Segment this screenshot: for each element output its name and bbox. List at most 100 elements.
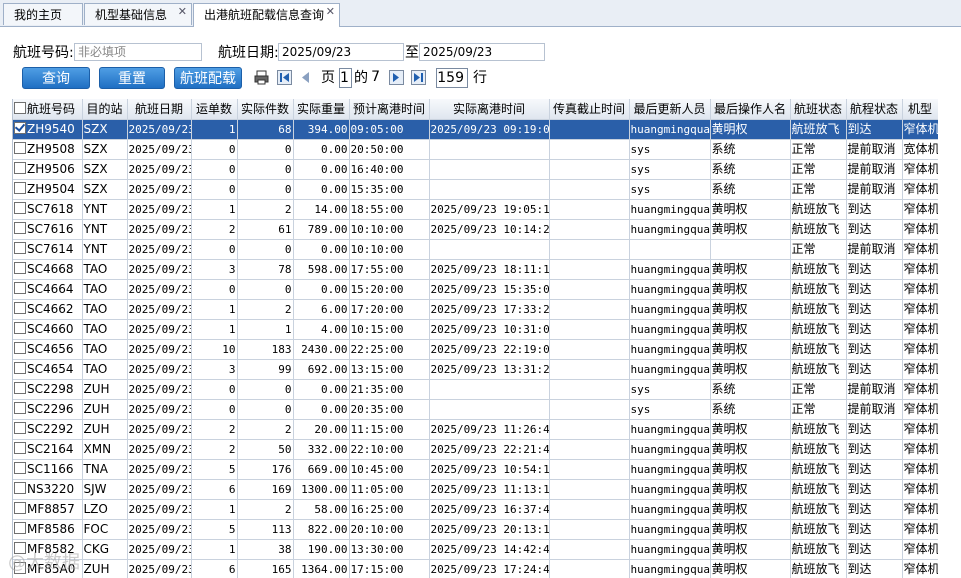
close-icon[interactable]: ✕ [178, 1, 187, 23]
prev-page-icon[interactable] [298, 70, 313, 85]
row-checkbox[interactable] [14, 382, 26, 394]
header-flight-no[interactable]: 航班号码 [13, 99, 83, 120]
cell-atd [429, 139, 550, 160]
cell-etd: 17:20:00 [349, 299, 430, 320]
cell-waybills: 5 [191, 459, 238, 480]
table-row[interactable]: SC7616 YNT 2025/09/23 2 61 789.00 10:10:00 2025… [13, 219, 938, 240]
row-checkbox[interactable] [14, 522, 26, 534]
row-checkbox[interactable] [14, 342, 26, 354]
row-checkbox[interactable] [14, 262, 26, 274]
table-row[interactable]: SC2292 ZUH 2025/09/23 2 2 20.00 11:15:00 2025/0… [13, 419, 938, 440]
table-row[interactable]: NS3220 SJW 2025/09/23 6 169 1300.00 11:05:00 20… [13, 479, 938, 500]
cell-etd: 17:55:00 [349, 259, 430, 280]
header-aircraft-type[interactable]: 机型 [902, 99, 938, 120]
table-row[interactable]: SC4664 TAO 2025/09/23 0 0 0.00 15:20:00 2025/09… [13, 279, 938, 300]
cell-date: 2025/09/23 [127, 359, 192, 380]
header-operator[interactable]: 最后操作人名 [710, 99, 791, 120]
row-checkbox[interactable] [14, 142, 26, 154]
table-row[interactable]: ZH9540 SZX 2025/09/23 1 68 394.00 09:05:00 2025… [13, 119, 938, 140]
current-page-input[interactable]: 1 [339, 68, 352, 88]
cell-date: 2025/09/23 [127, 379, 192, 400]
header-fax-cutoff[interactable]: 传真截止时间 [549, 99, 630, 120]
date-from-input[interactable] [278, 43, 404, 61]
tab-aircraft-type-info[interactable]: 机型基础信息 ✕ [84, 3, 192, 25]
row-checkbox[interactable] [14, 162, 26, 174]
tab-aircraft-type-label: 机型基础信息 [95, 8, 168, 22]
header-updater[interactable]: 最后更新人员 [629, 99, 711, 120]
row-checkbox[interactable] [14, 202, 26, 214]
table-row[interactable]: ZH9508 SZX 2025/09/23 0 0 0.00 20:50:00 sys 系统 正常… [13, 139, 938, 160]
query-button[interactable]: 查询 [22, 67, 90, 89]
row-checkbox[interactable] [14, 302, 26, 314]
cell-dest: ZUH [82, 379, 128, 400]
cell-etd: 10:10:00 [349, 239, 430, 260]
cell-weight: 332.00 [293, 439, 350, 460]
table-row[interactable]: MF8582 CKG 2025/09/23 1 38 190.00 13:30:00 2025… [13, 539, 938, 560]
row-checkbox[interactable] [14, 482, 26, 494]
header-date[interactable]: 航班日期 [127, 99, 192, 120]
loadplan-button[interactable]: 航班配载 [174, 67, 242, 89]
row-checkbox[interactable] [14, 422, 26, 434]
row-checkbox[interactable] [14, 122, 26, 134]
table-row[interactable]: SC4660 TAO 2025/09/23 1 1 4.00 10:15:00 2025/09… [13, 319, 938, 340]
table-row[interactable]: ZH9506 SZX 2025/09/23 0 0 0.00 16:40:00 sys 系统 正常… [13, 159, 938, 180]
table-row[interactable]: SC4662 TAO 2025/09/23 1 2 6.00 17:20:00 2025/09… [13, 299, 938, 320]
header-waybills[interactable]: 运单数 [191, 99, 238, 120]
table-row[interactable]: SC7618 YNT 2025/09/23 1 2 14.00 18:55:00 2025/0… [13, 199, 938, 220]
cell-waybills: 0 [191, 179, 238, 200]
row-checkbox[interactable] [14, 502, 26, 514]
cell-actype: 窄体机 [902, 219, 938, 240]
table-row[interactable]: MF85A0 ZUH 2025/09/23 6 165 1364.00 17:15:00 20… [13, 559, 938, 578]
date-to-input[interactable] [419, 43, 545, 61]
last-page-icon[interactable] [411, 70, 426, 85]
table-row[interactable]: SC2296 ZUH 2025/09/23 0 0 0.00 20:35:00 sys 系统 正常… [13, 399, 938, 420]
row-checkbox[interactable] [14, 222, 26, 234]
cell-date: 2025/09/23 [127, 279, 192, 300]
table-row[interactable]: SC2164 XMN 2025/09/23 2 50 332.00 22:10:00 2025… [13, 439, 938, 460]
table-row[interactable]: SC4668 TAO 2025/09/23 3 78 598.00 17:55:00 2025… [13, 259, 938, 280]
header-etd[interactable]: 预计离港时间 [349, 99, 430, 120]
cell-actype: 窄体机 [902, 499, 938, 520]
header-dest[interactable]: 目的站 [82, 99, 128, 120]
cell-fax [549, 479, 630, 500]
row-checkbox[interactable] [14, 462, 26, 474]
flight-no-input[interactable] [74, 43, 202, 61]
cell-fstatus: 航班放飞 [790, 359, 847, 380]
row-checkbox[interactable] [14, 362, 26, 374]
header-flight-status[interactable]: 航班状态 [790, 99, 847, 120]
select-all-checkbox[interactable] [14, 101, 26, 114]
row-checkbox[interactable] [14, 282, 26, 294]
table-row[interactable]: SC7614 YNT 2025/09/23 0 0 0.00 10:10:00 正常 提前取消窄… [13, 239, 938, 260]
row-checkbox[interactable] [14, 322, 26, 334]
cell-atd: 2025/09/23 22:21:46 [429, 439, 550, 460]
cell-waybills: 2 [191, 439, 238, 460]
row-checkbox[interactable] [14, 242, 26, 254]
cell-atd: 2025/09/23 09:19:00 [429, 119, 550, 140]
cell-waybills: 2 [191, 419, 238, 440]
table-row[interactable]: SC4654 TAO 2025/09/23 3 99 692.00 13:15:00 2025… [13, 359, 938, 380]
header-atd[interactable]: 实际离港时间 [429, 99, 550, 120]
tab-outbound-loadplan-query[interactable]: 出港航班配载信息查询 ✕ [193, 3, 340, 27]
tab-home[interactable]: 我的主页 [3, 3, 83, 25]
table-row[interactable]: MF8586 FOC 2025/09/23 5 113 822.00 20:10:00 202… [13, 519, 938, 540]
table-row[interactable]: SC2298 ZUH 2025/09/23 0 0 0.00 21:35:00 sys 系统 正常… [13, 379, 938, 400]
next-page-icon[interactable] [389, 70, 404, 85]
header-pieces[interactable]: 实际件数 [237, 99, 294, 120]
table-row[interactable]: SC1166 TNA 2025/09/23 5 176 669.00 10:45:00 202… [13, 459, 938, 480]
close-icon[interactable]: ✕ [326, 1, 335, 23]
table-row[interactable]: SC4656 TAO 2025/09/23 10 183 2430.00 22:25:00 2… [13, 339, 938, 360]
header-weight[interactable]: 实际重量 [293, 99, 350, 120]
first-page-icon[interactable] [277, 70, 292, 85]
print-icon[interactable] [254, 70, 269, 85]
cell-vstatus: 到达 [846, 119, 903, 140]
table-row[interactable]: ZH9504 SZX 2025/09/23 0 0 0.00 15:35:00 sys 系统 正常… [13, 179, 938, 200]
reset-button[interactable]: 重置 [99, 67, 165, 89]
cell-waybills: 0 [191, 379, 238, 400]
row-checkbox[interactable] [14, 402, 26, 414]
row-checkbox[interactable] [14, 442, 26, 454]
header-voyage-status[interactable]: 航程状态 [846, 99, 903, 120]
cell-actype: 窄体机 [902, 379, 938, 400]
table-row[interactable]: MF8857 LZO 2025/09/23 1 2 58.00 16:25:00 2025/0… [13, 499, 938, 520]
cell-fax [549, 539, 630, 560]
row-checkbox[interactable] [14, 182, 26, 194]
